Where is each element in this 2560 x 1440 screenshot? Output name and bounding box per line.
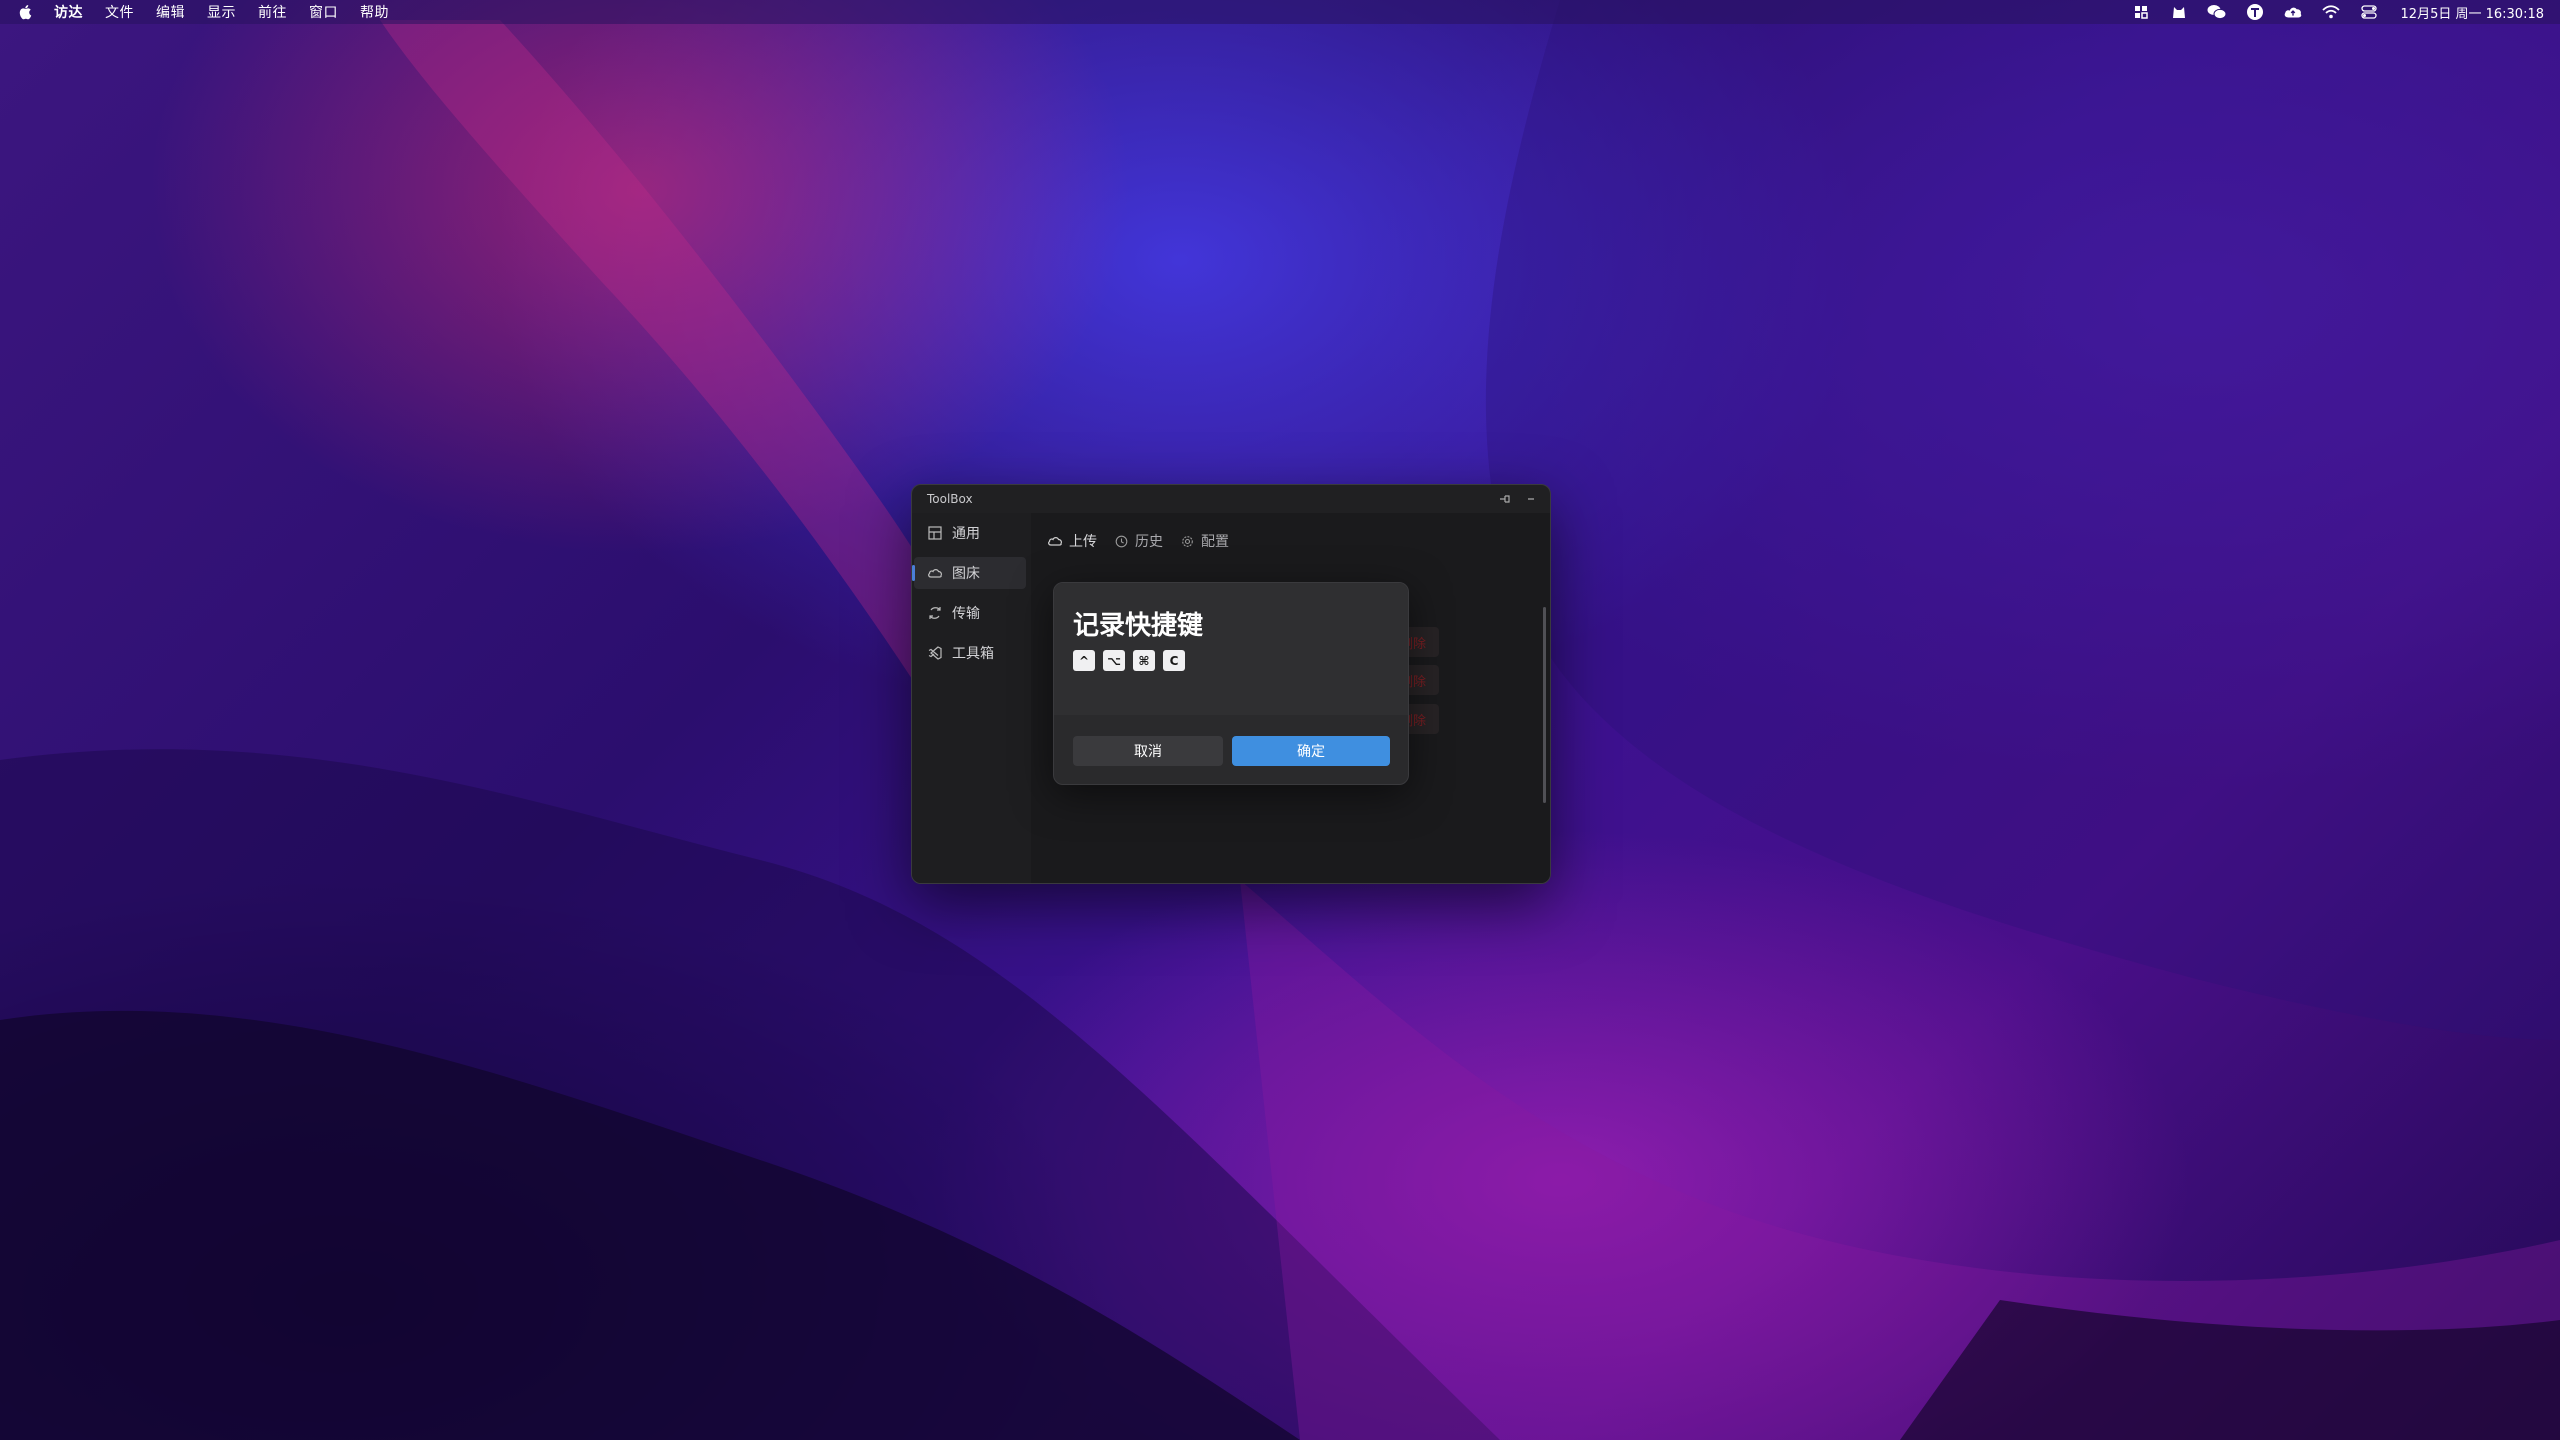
transfer-icon xyxy=(927,605,943,621)
menu-file[interactable]: 文件 xyxy=(105,2,134,22)
shortcut-keys: ^ ⌥ ⌘ C xyxy=(1073,650,1193,671)
key-c: C xyxy=(1163,650,1185,671)
gear-icon xyxy=(1179,533,1195,549)
sidebar-item-label: 通用 xyxy=(952,526,980,542)
key-control: ^ xyxy=(1073,650,1095,671)
key-option: ⌥ xyxy=(1103,650,1125,671)
t-icon[interactable] xyxy=(2245,3,2265,21)
control-center-icon[interactable] xyxy=(2359,3,2379,21)
sidebar-item-general[interactable]: 通用 xyxy=(914,517,1026,549)
sidebar: 通用 图床 传输 工具箱 xyxy=(912,513,1031,883)
cancel-button[interactable]: 取消 xyxy=(1073,736,1223,766)
menu-view[interactable]: 显示 xyxy=(207,2,236,22)
sidebar-item-transfer[interactable]: 传输 xyxy=(914,597,1026,629)
window-title: ToolBox xyxy=(927,492,973,506)
cat-icon[interactable] xyxy=(2169,3,2189,21)
scrollbar[interactable] xyxy=(1543,607,1546,803)
cloud-upload-icon xyxy=(1047,533,1063,549)
sidebar-item-toolbox[interactable]: 工具箱 xyxy=(914,637,1026,669)
layout-icon xyxy=(927,525,943,541)
history-icon xyxy=(1113,533,1129,549)
grid-icon[interactable] xyxy=(2131,3,2151,21)
menu-finder[interactable]: 访达 xyxy=(54,2,83,22)
apple-icon[interactable] xyxy=(18,3,34,21)
menu-clock[interactable]: 12月5日 周一 16:30:18 xyxy=(2401,3,2544,22)
sidebar-item-label: 工具箱 xyxy=(952,646,994,662)
sidebar-item-imagebed[interactable]: 图床 xyxy=(912,557,1026,589)
record-shortcut-dialog: 记录快捷键 ^ ⌥ ⌘ C 取消 确定 xyxy=(1053,582,1409,785)
menu-window[interactable]: 窗口 xyxy=(309,2,338,22)
dialog-title: 记录快捷键 xyxy=(1073,611,1204,641)
wifi-icon[interactable] xyxy=(2321,3,2341,21)
dialog-body xyxy=(1054,583,1408,715)
cloud-icon[interactable] xyxy=(2283,3,2303,21)
tab-label: 配置 xyxy=(1201,534,1229,550)
menu-go[interactable]: 前往 xyxy=(258,2,287,22)
tab-upload[interactable]: 上传 xyxy=(1047,531,1097,551)
tab-label: 上传 xyxy=(1069,534,1097,550)
key-command: ⌘ xyxy=(1133,650,1155,671)
menu-help[interactable]: 帮助 xyxy=(360,2,389,22)
pin-icon[interactable] xyxy=(1498,492,1512,506)
cloud-icon xyxy=(927,565,943,581)
tab-history[interactable]: 历史 xyxy=(1113,531,1163,551)
menu-edit[interactable]: 编辑 xyxy=(156,2,185,22)
tab-config[interactable]: 配置 xyxy=(1179,531,1229,551)
confirm-button[interactable]: 确定 xyxy=(1232,736,1390,766)
vscode-icon xyxy=(927,645,943,661)
window-titlebar[interactable]: ToolBox xyxy=(912,485,1550,513)
sidebar-item-label: 传输 xyxy=(952,606,980,622)
sidebar-item-label: 图床 xyxy=(952,566,980,582)
tab-bar: 上传 历史 配置 xyxy=(1047,531,1245,551)
menu-bar: 访达 文件 编辑 显示 前往 窗口 帮助 12月5日 周一 16:30:18 xyxy=(0,0,2560,24)
wechat-icon[interactable] xyxy=(2207,3,2227,21)
minimize-icon[interactable] xyxy=(1524,492,1538,506)
tab-label: 历史 xyxy=(1135,534,1163,550)
